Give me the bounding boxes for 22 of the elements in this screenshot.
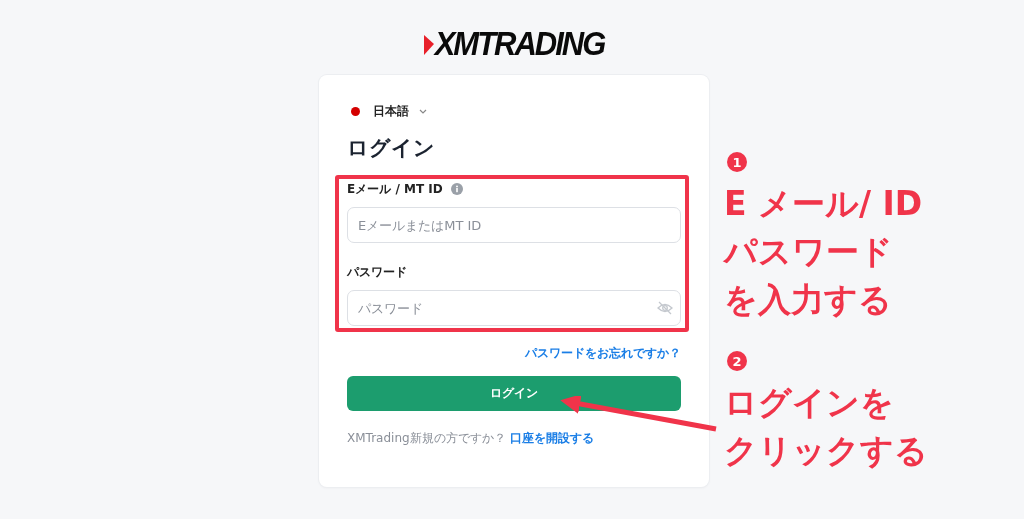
step-badge: 2 — [727, 351, 747, 371]
signup-prompt: XMTrading新規の方ですか？ — [347, 430, 506, 447]
language-selector[interactable]: 日本語 — [351, 99, 427, 123]
logo: XMTRADING — [423, 27, 605, 63]
eye-slash-icon — [657, 301, 673, 315]
instruction-text: E メール/ ID — [724, 183, 923, 225]
info-icon — [450, 183, 463, 195]
field-label: パスワード — [347, 263, 407, 281]
instruction-text: を入力する — [724, 279, 892, 321]
field-label: Eメール / MT ID — [347, 180, 443, 198]
password-field[interactable]: パスワード — [347, 290, 681, 326]
email-field[interactable]: EメールまたはMT ID — [347, 207, 681, 243]
open-account-link[interactable]: 口座を開設する — [509, 430, 594, 447]
page-title: ログイン — [347, 135, 436, 162]
chevron-down-icon — [419, 108, 427, 114]
instruction-text: クリックする — [724, 430, 928, 472]
instruction-text: パスワード — [724, 231, 893, 273]
logo-mark-icon — [423, 35, 434, 55]
step-badge: 1 — [727, 152, 747, 172]
forgot-password-link[interactable]: パスワードをお忘れですか？ — [525, 345, 681, 363]
login-button[interactable]: ログイン — [347, 376, 681, 411]
instruction-text: ログインを — [724, 382, 894, 424]
